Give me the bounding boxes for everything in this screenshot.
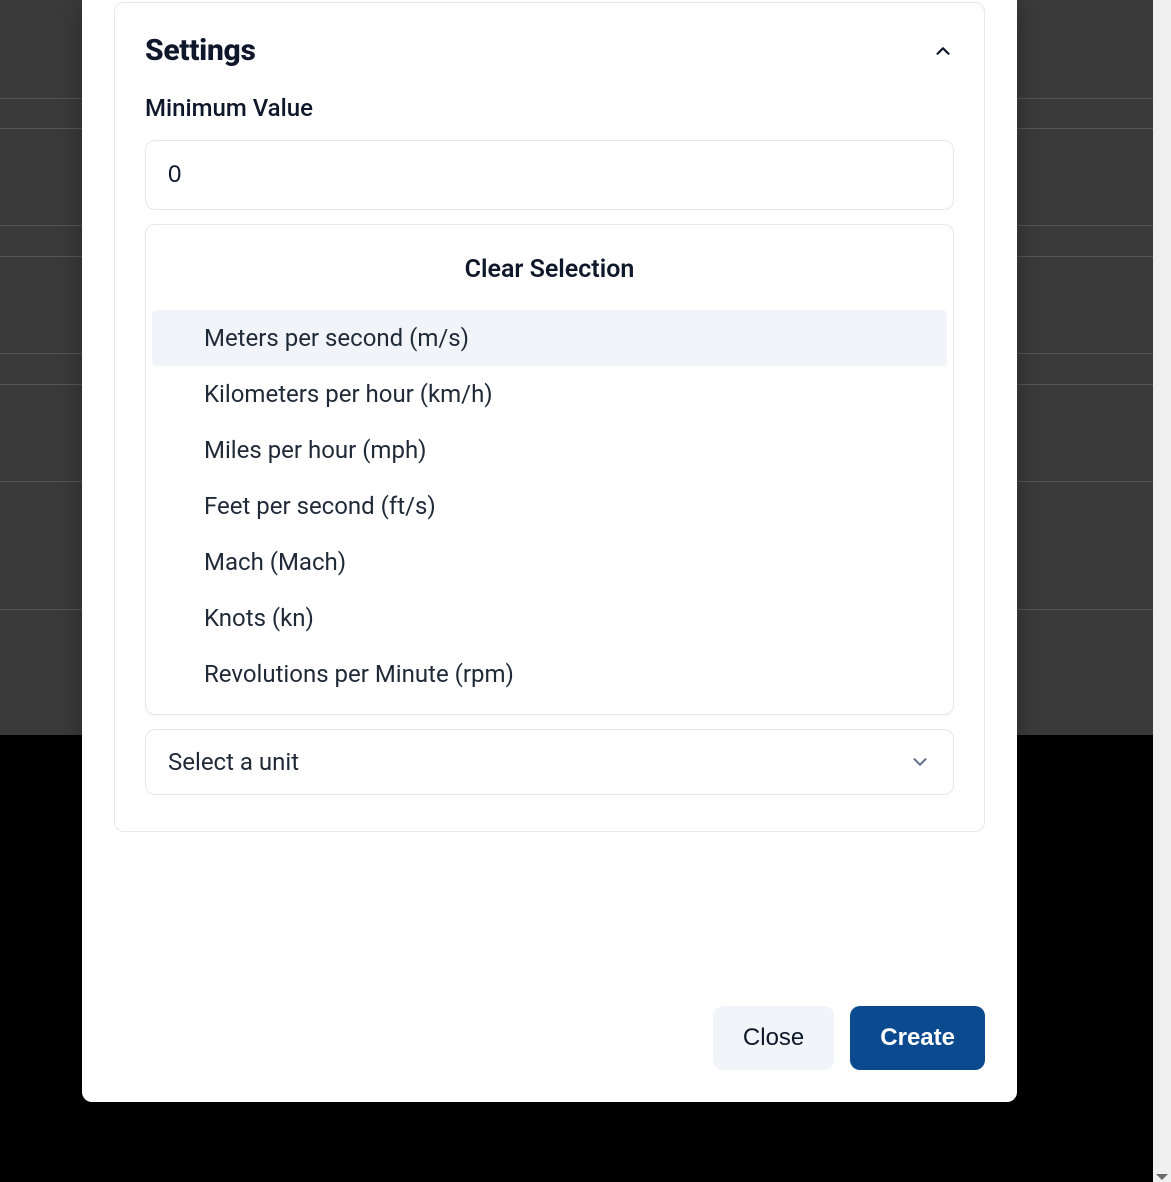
unit-option[interactable]: Meters per second (m/s) bbox=[152, 310, 947, 366]
unit-select[interactable]: Select a unit bbox=[145, 729, 954, 795]
chevron-down-icon bbox=[909, 751, 931, 773]
scroll-down-icon bbox=[1156, 1174, 1168, 1180]
unit-dropdown-panel: Clear Selection Meters per second (m/s)K… bbox=[145, 224, 954, 715]
close-button[interactable]: Close bbox=[713, 1006, 834, 1070]
settings-card: Settings Minimum Value Clear Selection M… bbox=[114, 2, 985, 832]
unit-option[interactable]: Miles per hour (mph) bbox=[152, 422, 947, 478]
settings-title: Settings bbox=[145, 33, 256, 68]
unit-option[interactable]: Kilometers per hour (km/h) bbox=[152, 366, 947, 422]
create-button[interactable]: Create bbox=[850, 1006, 985, 1070]
unit-option[interactable]: Feet per second (ft/s) bbox=[152, 478, 947, 534]
unit-option[interactable]: Knots (kn) bbox=[152, 590, 947, 646]
modal-footer: Close Create bbox=[114, 976, 985, 1070]
scrollbar[interactable] bbox=[1153, 0, 1171, 1182]
minimum-value-label: Minimum Value bbox=[145, 94, 954, 122]
chevron-up-icon bbox=[932, 40, 954, 62]
unit-option[interactable]: Revolutions per Minute (rpm) bbox=[152, 646, 947, 702]
settings-modal: Settings Minimum Value Clear Selection M… bbox=[82, 0, 1017, 1102]
unit-option[interactable]: Mach (Mach) bbox=[152, 534, 947, 590]
minimum-value-input[interactable] bbox=[145, 140, 954, 210]
clear-selection-button[interactable]: Clear Selection bbox=[152, 249, 947, 310]
unit-select-placeholder: Select a unit bbox=[168, 748, 299, 776]
settings-header[interactable]: Settings bbox=[145, 33, 954, 68]
